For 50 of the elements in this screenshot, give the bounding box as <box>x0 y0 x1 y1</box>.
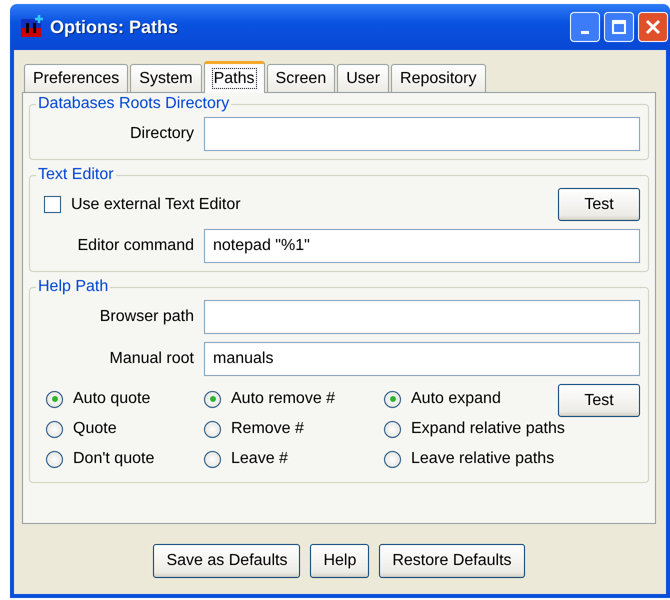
group-title: Databases Roots Directory <box>37 95 230 113</box>
test-button[interactable]: Test <box>558 188 640 221</box>
radio-label: Expand relative paths <box>411 420 565 438</box>
tab[interactable]: Preferences <box>24 64 128 92</box>
radio-label: Auto remove # <box>231 390 336 408</box>
tab[interactable]: System <box>130 64 202 92</box>
directory-field[interactable] <box>204 117 640 151</box>
dialog-button[interactable]: Restore Defaults <box>379 544 525 578</box>
checkbox-label: Use external Text Editor <box>71 196 242 214</box>
dialog-button[interactable]: Help <box>310 544 370 578</box>
app-icon <box>20 15 44 39</box>
radio-button[interactable] <box>384 390 401 408</box>
radio-label: Leave # <box>231 450 288 468</box>
radio-button[interactable] <box>46 450 63 468</box>
radio-button[interactable] <box>204 390 221 408</box>
radio-button[interactable] <box>204 420 221 438</box>
test-button[interactable]: Test <box>558 384 640 417</box>
radio-label: Don't quote <box>73 450 154 468</box>
editor-command-field[interactable]: notepad "%1" <box>204 229 640 263</box>
window-title: Options: Paths <box>50 16 180 38</box>
radio-button[interactable] <box>46 390 63 408</box>
tab[interactable]: Screen <box>266 64 336 92</box>
manual-root-field[interactable]: manuals <box>204 342 640 376</box>
field-label: Editor command <box>76 237 194 255</box>
checkbox[interactable] <box>44 196 61 213</box>
radio-label: Remove # <box>231 420 304 438</box>
close-button[interactable] <box>638 12 668 42</box>
radio-button[interactable] <box>384 450 401 468</box>
maximize-button[interactable] <box>604 12 634 42</box>
group-title: Text Editor <box>37 166 115 184</box>
minimize-button[interactable] <box>570 12 600 42</box>
tab[interactable]: User <box>337 64 390 92</box>
group-title: Help Path <box>37 278 110 296</box>
radio-button[interactable] <box>204 450 221 468</box>
browser-path-field[interactable] <box>204 300 640 334</box>
tab[interactable]: Repository <box>391 64 486 92</box>
radio-button[interactable] <box>46 420 63 438</box>
radio-label: Leave relative paths <box>411 450 554 468</box>
field-label: Manual root <box>108 350 194 368</box>
radio-label: Auto expand <box>411 390 501 408</box>
tab[interactable]: Paths <box>204 61 265 93</box>
dialog-button[interactable]: Save as Defaults <box>153 544 300 578</box>
close-icon <box>645 19 661 35</box>
minimize-icon <box>581 30 589 34</box>
field-label: Directory <box>128 125 194 143</box>
radio-label: Quote <box>73 420 117 438</box>
radio-button[interactable] <box>384 420 401 438</box>
field-label: Browser path <box>98 308 194 326</box>
maximize-icon <box>611 19 627 35</box>
radio-label: Auto quote <box>73 390 150 408</box>
